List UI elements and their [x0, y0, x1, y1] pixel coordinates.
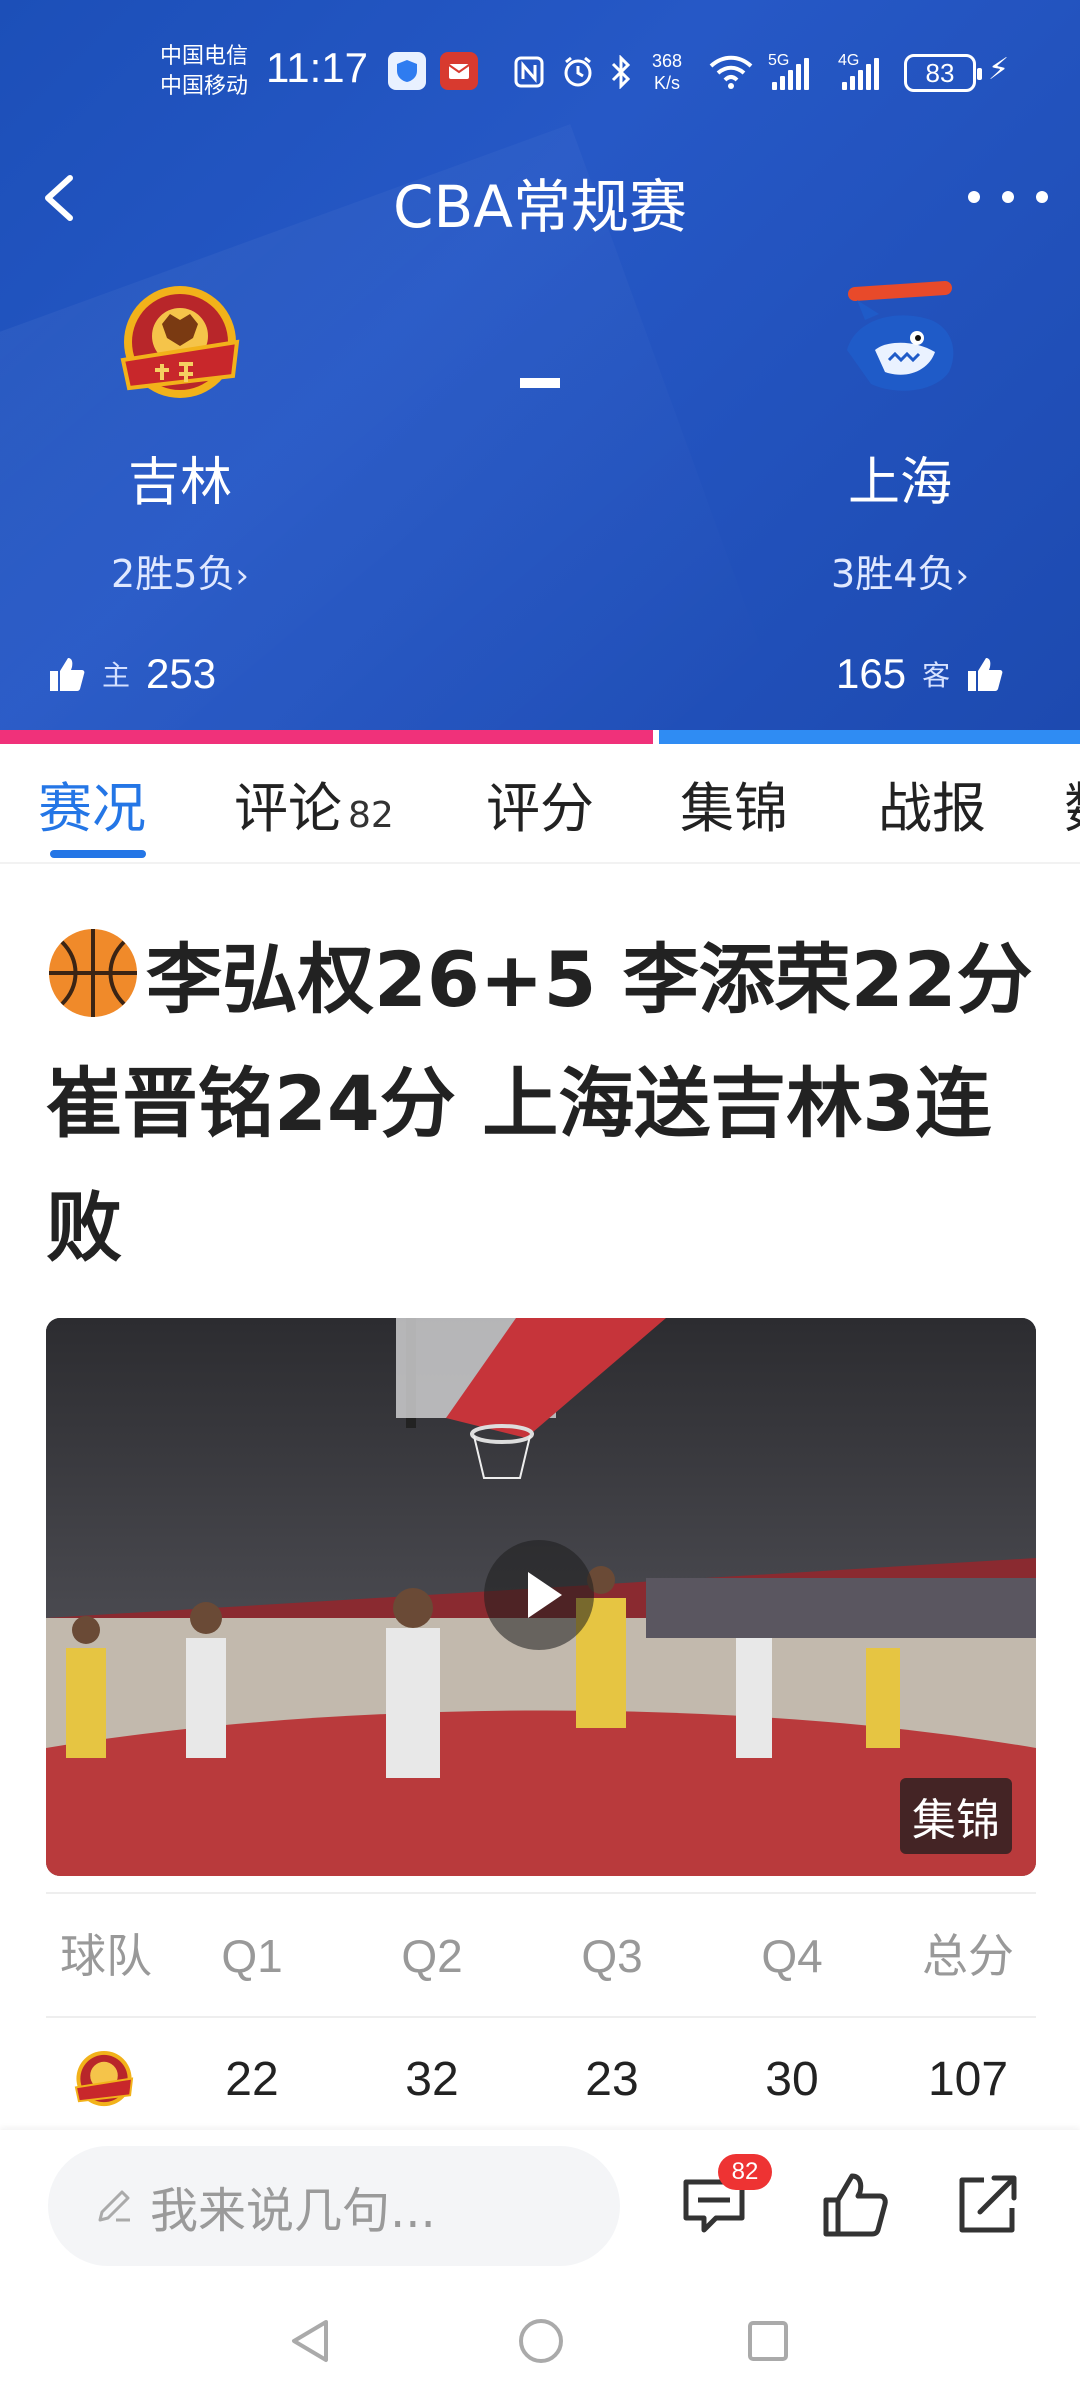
signal-icon-1: [772, 58, 809, 90]
share-button[interactable]: [950, 2166, 1026, 2242]
carrier-1: 中国电信: [160, 44, 249, 69]
bottom-action-bar: 我来说几句... 82: [0, 2130, 1080, 2280]
header-q2: Q2: [401, 1930, 463, 1982]
share-icon: [959, 2175, 1017, 2233]
tab-highlights[interactable]: 集锦: [680, 764, 788, 843]
home-like-button[interactable]: 主 253: [48, 650, 216, 698]
play-button[interactable]: [484, 1540, 594, 1650]
charging-icon: ⚡: [988, 52, 1010, 87]
header-q3: Q3: [581, 1930, 643, 1982]
tab-ratings[interactable]: 评分: [486, 764, 594, 843]
table-header-row: 球队 Q1 Q2 Q3 Q4 总分: [46, 1892, 1036, 2016]
like-button[interactable]: [818, 2166, 894, 2242]
home-support-bar: [0, 730, 654, 744]
shanghai-sharks-logo: [835, 280, 965, 410]
circle-home-icon: [519, 2319, 563, 2363]
alarm-icon: [560, 52, 596, 92]
article-headline[interactable]: 李弘权26+5 李添荣22分 崔晋铭24分 上海送吉林3连败: [46, 918, 1046, 1290]
thumbs-up-icon: [968, 658, 1003, 691]
tab-stats[interactable]: 数: [1064, 764, 1080, 843]
speed-unit: K/s: [654, 73, 681, 93]
clock: 11:17: [266, 44, 368, 91]
tab-comments-label: 评论: [234, 777, 342, 840]
tab-live[interactable]: 赛况: [38, 764, 146, 843]
system-back-button[interactable]: [286, 2316, 334, 2370]
away-record-text: 3胜4负: [831, 552, 956, 596]
comment-input[interactable]: 我来说几句...: [48, 2146, 620, 2266]
shield-app-icon: [388, 52, 426, 90]
basketball-icon: [49, 929, 137, 1017]
thumbs-up-icon: [50, 658, 85, 691]
away-support-bar: [659, 730, 1080, 744]
more-options-button[interactable]: [968, 172, 1048, 222]
home-like-count: 253: [146, 650, 217, 697]
play-icon: [528, 1572, 562, 1618]
home-q1-score: 22: [225, 2053, 279, 2106]
jilin-team-logo: [115, 280, 245, 410]
header-team: 球队: [60, 1929, 152, 1983]
header-q4: Q4: [761, 1930, 823, 1982]
home-total-score: 107: [927, 2053, 1009, 2106]
header-total: 总分: [922, 1929, 1014, 1983]
quarter-score-table: 球队 Q1 Q2 Q3 Q4 总分 22 32 23 30 107: [46, 1892, 1036, 2140]
bluetooth-icon: [608, 52, 634, 92]
tab-report[interactable]: 战报: [878, 764, 986, 843]
away-like-count: 165: [836, 650, 907, 697]
signal-icon-2: [842, 58, 879, 90]
mail-app-icon: [440, 52, 478, 90]
header-q1: Q1: [221, 1930, 283, 1982]
chevron-right-icon: ›: [955, 556, 969, 596]
home-like-label: 主: [102, 659, 131, 692]
system-navigation-bar: [0, 2280, 1080, 2400]
carrier-labels: 中国电信 中国移动: [160, 42, 248, 102]
home-team-record[interactable]: 2胜5负›: [60, 543, 300, 598]
comment-count-badge: 82: [718, 2154, 772, 2190]
wifi-icon: [708, 52, 754, 92]
network-speed: 368 K/s: [652, 50, 682, 94]
jilin-team-logo: [74, 2050, 134, 2107]
more-dot: [1002, 191, 1014, 203]
square-recents-icon: [748, 2321, 788, 2361]
home-team[interactable]: 吉林 2胜5负›: [60, 280, 300, 598]
highlight-video[interactable]: 集锦: [46, 1318, 1036, 1876]
away-team-record[interactable]: 3胜4负›: [780, 543, 1020, 598]
comment-placeholder: 我来说几句...: [150, 2183, 436, 2239]
triangle-back-icon: [292, 2320, 328, 2362]
page-title: CBA常规赛: [393, 173, 687, 241]
tab-comments-count: 82: [348, 795, 394, 836]
headline-text: 李弘权26+5 李添荣22分 崔晋铭24分 上海送吉林3连败: [46, 935, 1033, 1272]
active-tab-indicator: [50, 850, 146, 858]
more-dot: [968, 191, 980, 203]
system-recents-button[interactable]: [744, 2316, 792, 2370]
speed-value: 368: [652, 51, 683, 71]
support-ratio-bar: [0, 730, 1080, 744]
status-bar: 中国电信 中国移动 11:17 368 K/s 5G 4G 83 ⚡: [0, 30, 1080, 120]
away-like-label: 客: [922, 659, 951, 692]
home-team-name: 吉林: [127, 453, 232, 513]
home-q2-score: 32: [405, 2053, 459, 2106]
tab-comments[interactable]: 评论 82: [234, 764, 394, 843]
thumbs-up-outline-icon: [823, 2173, 888, 2237]
table-row: 22 32 23 30 107: [46, 2016, 1036, 2140]
away-team-name: 上海: [847, 453, 952, 513]
score-separator: [520, 378, 560, 388]
battery-indicator: 83: [904, 54, 982, 92]
chevron-right-icon: ›: [235, 556, 249, 596]
video-tag: 集锦: [900, 1778, 1012, 1854]
system-home-button[interactable]: [516, 2316, 566, 2370]
home-record-text: 2胜5负: [111, 552, 236, 596]
away-like-button[interactable]: 165 客: [836, 650, 1004, 698]
more-dot: [1036, 191, 1048, 203]
home-q3-score: 23: [585, 2053, 639, 2106]
away-team[interactable]: 上海 3胜4负›: [780, 280, 1020, 598]
pencil-icon: [98, 2190, 130, 2222]
home-q4-score: 30: [765, 2053, 819, 2106]
tab-bar: 赛况 评论82 评分 集锦 战报 数: [0, 744, 1080, 864]
carrier-2: 中国移动: [160, 74, 249, 99]
nfc-icon: [512, 52, 546, 92]
match-header: 中国电信 中国移动 11:17 368 K/s 5G 4G 83 ⚡ CBA常规…: [0, 0, 1080, 730]
